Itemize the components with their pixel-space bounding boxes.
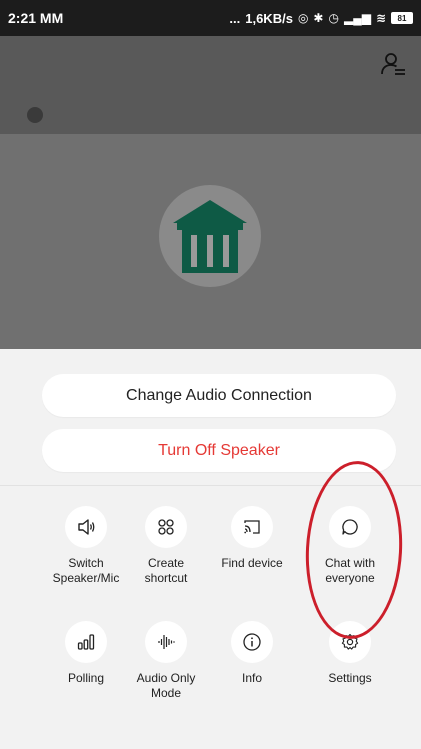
- status-time: 2:21 MM: [8, 10, 64, 26]
- create-shortcut-circle: [145, 506, 187, 548]
- cell-signal-icon: ▂▄▆: [343, 11, 371, 25]
- switch-speaker-mic-button[interactable]: Switch Speaker/Mic: [43, 506, 129, 586]
- status-indicators: ... 1,6KB/s ◎ ✱ ◷ ▂▄▆ ≋ 81: [229, 11, 413, 26]
- audio-only-circle: [145, 621, 187, 663]
- battery-icon: 81: [391, 12, 413, 24]
- find-device-circle: [231, 506, 273, 548]
- find-device-label: Find device: [221, 556, 283, 570]
- switch-speaker-circle: [65, 506, 107, 548]
- grid-icon: [158, 519, 174, 535]
- more-options-sheet: Change Audio Connection Turn Off Speaker…: [0, 349, 421, 749]
- polling-circle: [65, 621, 107, 663]
- gear-icon: [341, 633, 359, 650]
- polling-button[interactable]: Polling: [43, 621, 129, 686]
- status-bar: 2:21 MM ... 1,6KB/s ◎ ✱ ◷ ▂▄▆ ≋ 81: [0, 0, 421, 36]
- network-speed: 1,6KB/s: [245, 10, 293, 26]
- chat-with-everyone-label: Chat with everyone: [324, 556, 376, 585]
- waveform-icon: [158, 635, 175, 649]
- wifi-hotspot-icon: ◎: [297, 11, 309, 25]
- info-button[interactable]: Info: [209, 621, 295, 686]
- chat-bubble-icon: [342, 519, 358, 535]
- settings-label: Settings: [328, 671, 372, 685]
- settings-button[interactable]: Settings: [307, 621, 393, 686]
- chat-circle: [329, 506, 371, 548]
- connection-indicator: [27, 107, 43, 123]
- turn-off-speaker-button[interactable]: Turn Off Speaker: [42, 429, 396, 472]
- bluetooth-icon: ✱: [313, 11, 324, 25]
- poll-icon: [77, 634, 95, 650]
- speaker-icon: [78, 519, 95, 535]
- profile-list-icon[interactable]: [379, 50, 407, 78]
- bank-icon: [173, 200, 247, 273]
- wifi-icon: ≋: [375, 11, 386, 25]
- switch-speaker-label: Switch Speaker/Mic: [52, 556, 120, 585]
- divider: [0, 485, 421, 486]
- settings-circle: [329, 621, 371, 663]
- video-area: [0, 134, 421, 349]
- find-device-button[interactable]: Find device: [209, 506, 295, 571]
- alarm-icon: ◷: [328, 11, 339, 25]
- change-audio-connection-button[interactable]: Change Audio Connection: [42, 374, 396, 417]
- audio-only-mode-button[interactable]: Audio Only Mode: [123, 621, 209, 701]
- status-dots: ...: [229, 10, 241, 26]
- create-shortcut-button[interactable]: Create shortcut: [123, 506, 209, 586]
- info-label: Info: [241, 671, 262, 685]
- audio-only-mode-label: Audio Only Mode: [136, 671, 196, 700]
- participant-avatar: [159, 185, 261, 287]
- info-circle: [231, 621, 273, 663]
- info-icon: [243, 633, 261, 651]
- polling-label: Polling: [67, 671, 105, 685]
- chat-with-everyone-button[interactable]: Chat with everyone: [307, 506, 393, 586]
- cast-icon: [244, 520, 260, 534]
- meeting-top-bar: [0, 36, 421, 134]
- create-shortcut-label: Create shortcut: [144, 556, 188, 585]
